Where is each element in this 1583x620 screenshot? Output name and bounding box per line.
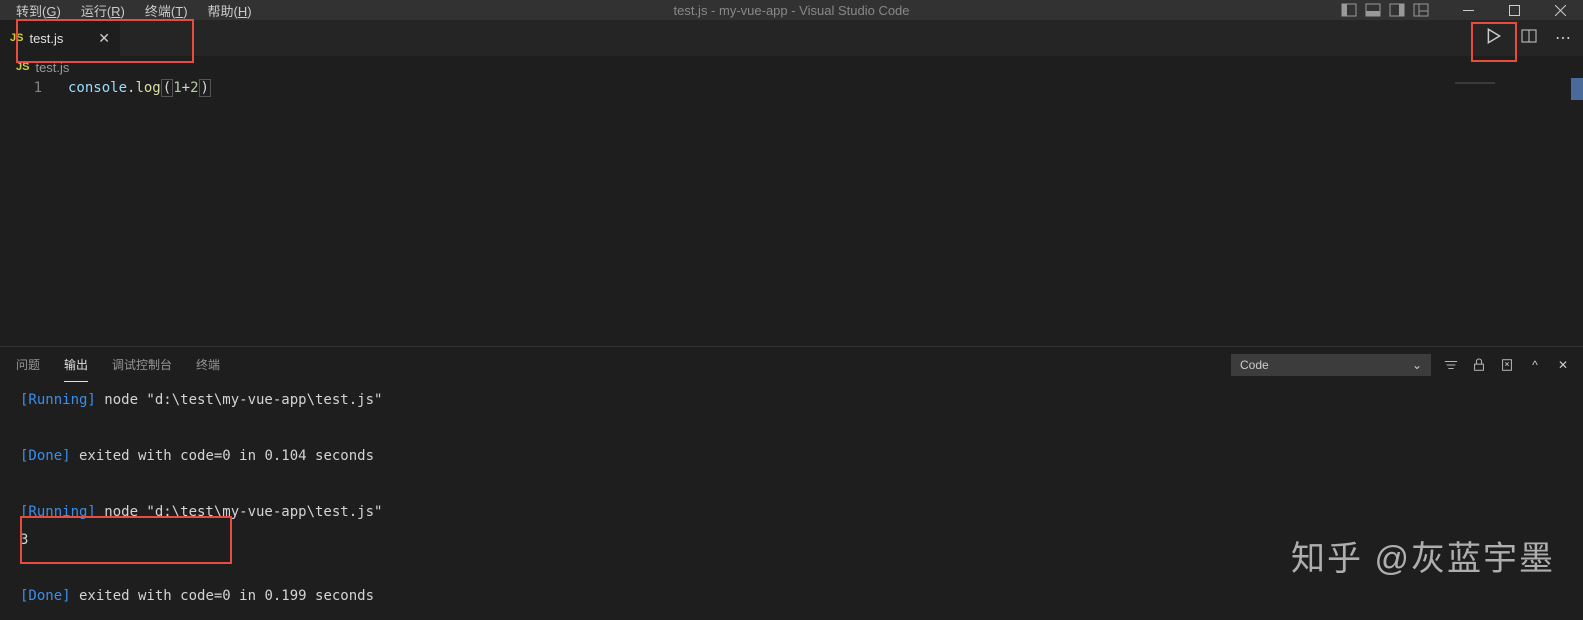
menu-run[interactable]: 运行(R) — [73, 0, 133, 22]
window-controls — [1341, 0, 1583, 20]
filter-icon[interactable] — [1443, 357, 1459, 373]
editor-actions: ⋯ — [1481, 20, 1575, 56]
menu-terminal[interactable]: 终端(T) — [137, 0, 196, 22]
split-editor-icon[interactable] — [1517, 24, 1541, 53]
panel-tabs: 问题 输出 调试控制台 终端 Code ⌄ ^ ✕ — [0, 347, 1583, 382]
panel-tab-debug-console[interactable]: 调试控制台 — [112, 348, 172, 381]
layout-panel-bottom-icon[interactable] — [1365, 2, 1381, 18]
maximize-button[interactable] — [1491, 0, 1537, 20]
run-code-button[interactable] — [1481, 23, 1507, 54]
panel-tab-output[interactable]: 输出 — [64, 348, 88, 382]
code-editor[interactable]: 1 console.log(1+2) — [0, 78, 1583, 346]
window-title: test.js - my-vue-app - Visual Studio Cod… — [673, 3, 909, 18]
close-window-button[interactable] — [1537, 0, 1583, 20]
breadcrumb[interactable]: JS test.js — [0, 56, 1583, 78]
js-file-icon: JS — [16, 61, 29, 73]
output-channel-value: Code — [1240, 358, 1269, 372]
watermark: 知乎 @灰蓝宇墨 — [1291, 531, 1555, 580]
more-actions-icon[interactable]: ⋯ — [1551, 24, 1575, 52]
chevron-down-icon: ⌄ — [1412, 358, 1422, 372]
layout-sidebar-right-icon[interactable] — [1389, 2, 1405, 18]
panel-tab-problems[interactable]: 问题 — [16, 348, 40, 381]
output-channel-select[interactable]: Code ⌄ — [1231, 354, 1431, 376]
maximize-panel-icon[interactable]: ^ — [1527, 357, 1543, 373]
editor-scrollbar[interactable] — [1571, 78, 1583, 346]
scroll-thumb[interactable] — [1571, 78, 1583, 100]
line-number: 1 — [0, 80, 42, 96]
close-panel-icon[interactable]: ✕ — [1555, 357, 1571, 373]
minimize-button[interactable] — [1445, 0, 1491, 20]
breadcrumb-file: test.js — [35, 60, 69, 75]
editor-tabs: JS test.js ✕ ⋯ — [0, 20, 1583, 56]
minimap[interactable] — [1451, 78, 1571, 346]
menu-items: 转到(G) 运行(R) 终端(T) 帮助(H) — [0, 0, 260, 22]
clear-output-icon[interactable] — [1499, 357, 1515, 373]
menu-goto[interactable]: 转到(G) — [8, 0, 69, 22]
lock-icon[interactable] — [1471, 357, 1487, 373]
layout-customize-icon[interactable] — [1413, 2, 1429, 18]
tab-testjs[interactable]: JS test.js ✕ — [0, 20, 120, 56]
line-gutter: 1 — [0, 78, 68, 346]
code-content[interactable]: console.log(1+2) — [68, 78, 211, 346]
layout-sidebar-left-icon[interactable] — [1341, 2, 1357, 18]
menu-bar: 转到(G) 运行(R) 终端(T) 帮助(H) test.js - my-vue… — [0, 0, 1583, 20]
menu-help[interactable]: 帮助(H) — [200, 0, 260, 22]
panel-tab-terminal[interactable]: 终端 — [196, 348, 220, 381]
close-tab-icon[interactable]: ✕ — [98, 30, 110, 47]
tab-label: test.js — [29, 31, 63, 46]
js-file-icon: JS — [10, 32, 23, 44]
panel-actions: Code ⌄ ^ ✕ — [1231, 354, 1571, 376]
